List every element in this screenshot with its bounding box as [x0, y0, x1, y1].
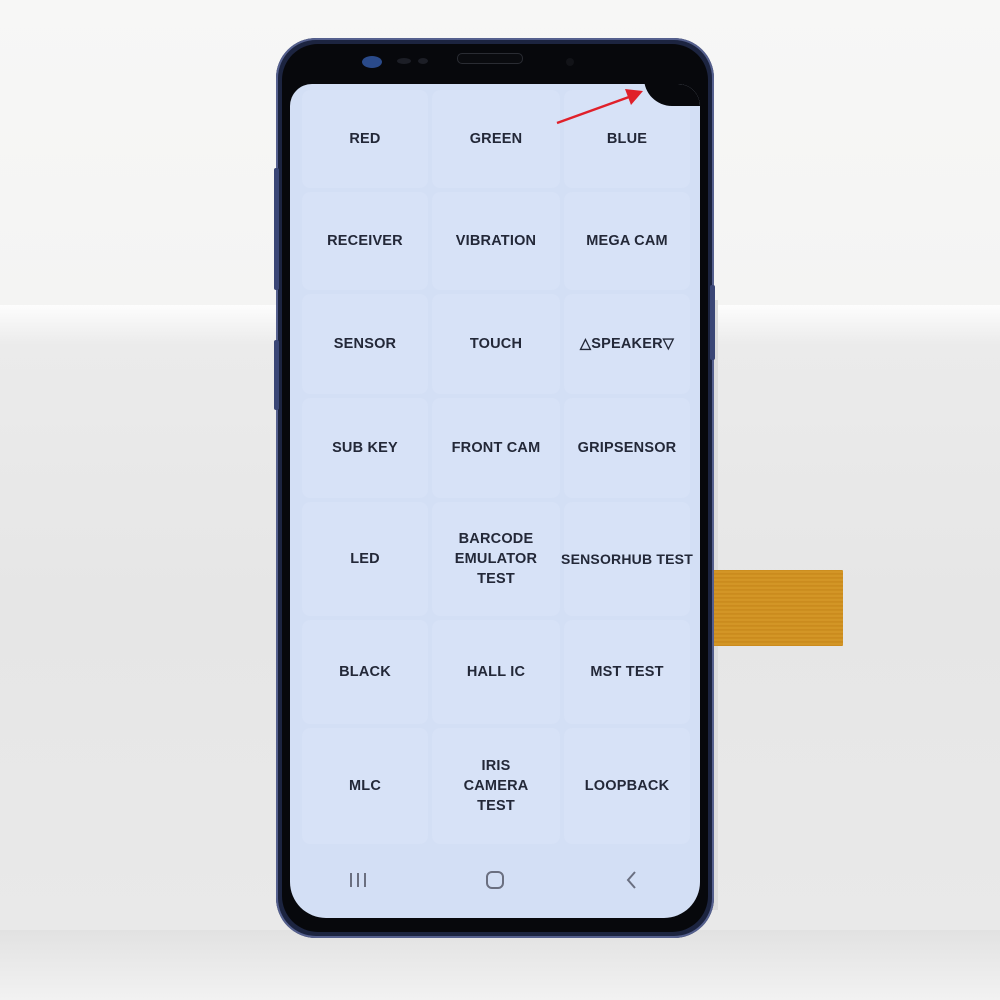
home-button[interactable] — [465, 860, 525, 900]
annotation-arrow-icon — [556, 89, 643, 125]
test-item-speaker[interactable]: △SPEAKER▽ — [564, 294, 690, 394]
background-floor — [0, 930, 1000, 1000]
proximity-sensor-icon — [397, 58, 411, 64]
test-menu-grid: RED GREEN BLUE RECEIVER VIBRATION MEGA C… — [302, 90, 693, 848]
home-icon — [485, 871, 504, 889]
test-item-iris-camera[interactable]: IRIS CAMERA TEST — [432, 728, 560, 844]
earpiece-speaker — [457, 53, 523, 64]
test-item-sub-key[interactable]: SUB KEY — [302, 398, 428, 498]
recent-apps-icon — [350, 873, 367, 887]
iris-scanner-icon — [362, 56, 382, 68]
test-item-barcode-emulator[interactable]: BARCODE EMULATOR TEST — [432, 502, 560, 616]
test-item-gripsensor[interactable]: GRIPSENSOR — [564, 398, 690, 498]
test-item-led[interactable]: LED — [302, 502, 428, 616]
flex-cable — [708, 570, 843, 646]
recent-apps-button[interactable] — [328, 860, 388, 900]
test-item-black[interactable]: BLACK — [302, 620, 428, 724]
bixby-button — [274, 340, 279, 410]
light-sensor-icon — [418, 58, 428, 64]
front-camera-icon — [566, 58, 574, 66]
test-item-sensorhub[interactable]: SENSORHUB TEST — [561, 502, 693, 616]
navigation-bar — [290, 854, 700, 918]
back-button[interactable] — [602, 860, 662, 900]
back-icon — [626, 871, 636, 889]
power-button — [710, 285, 715, 360]
test-item-green[interactable]: GREEN — [432, 90, 560, 188]
test-item-loopback[interactable]: LOOPBACK — [564, 728, 690, 844]
test-item-mst[interactable]: MST TEST — [564, 620, 690, 724]
test-item-front-cam[interactable]: FRONT CAM — [432, 398, 560, 498]
phone-screen: RED GREEN BLUE RECEIVER VIBRATION MEGA C… — [290, 84, 700, 918]
test-item-mega-cam[interactable]: MEGA CAM — [564, 192, 690, 290]
test-item-red[interactable]: RED — [302, 90, 428, 188]
test-item-sensor[interactable]: SENSOR — [302, 294, 428, 394]
test-item-touch[interactable]: TOUCH — [432, 294, 560, 394]
test-item-receiver[interactable]: RECEIVER — [302, 192, 428, 290]
test-item-mlc[interactable]: MLC — [302, 728, 428, 844]
test-item-hall-ic[interactable]: HALL IC — [432, 620, 560, 724]
volume-button — [274, 168, 279, 290]
test-item-vibration[interactable]: VIBRATION — [432, 192, 560, 290]
